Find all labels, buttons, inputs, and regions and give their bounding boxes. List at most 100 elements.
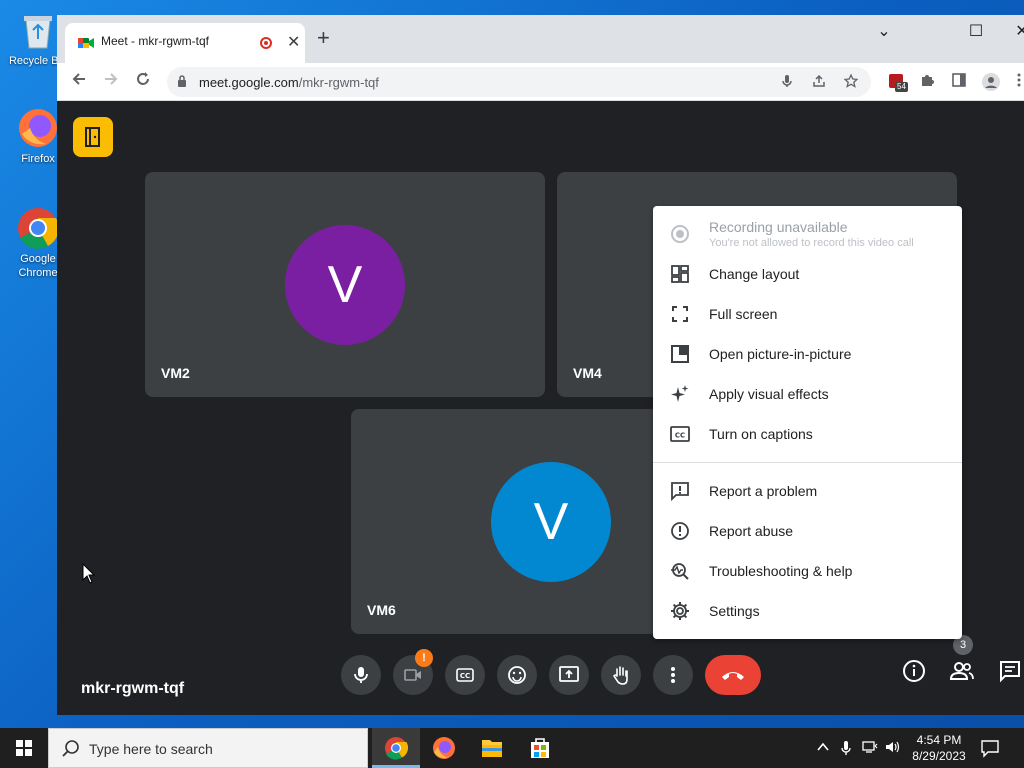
menu-item-settings[interactable]: Settings bbox=[653, 591, 962, 631]
pip-icon bbox=[671, 345, 689, 363]
svg-text:CC: CC bbox=[675, 432, 685, 440]
participant-name: VM6 bbox=[367, 602, 396, 618]
menu-item-change-layout[interactable]: Change layout bbox=[653, 254, 962, 294]
firefox-icon bbox=[433, 737, 455, 759]
avatar: V bbox=[285, 225, 405, 345]
notification-icon[interactable] bbox=[980, 738, 1000, 758]
firefox-icon bbox=[16, 106, 60, 150]
close-window-button[interactable]: ✕ bbox=[1007, 21, 1024, 41]
menu-divider bbox=[653, 462, 962, 463]
kebab-menu-icon[interactable] bbox=[1009, 72, 1024, 92]
fullscreen-icon bbox=[672, 306, 688, 322]
menu-item-label: Settings bbox=[709, 603, 760, 619]
forward-button[interactable] bbox=[99, 70, 123, 94]
menu-item-label: Report a problem bbox=[709, 483, 818, 499]
info-icon bbox=[903, 660, 925, 682]
participant-tile[interactable]: V VM2 bbox=[145, 172, 545, 397]
avatar: V bbox=[491, 462, 611, 582]
menu-item-visual-effects[interactable]: Apply visual effects bbox=[653, 374, 962, 414]
present-icon bbox=[559, 666, 579, 682]
tab-strip: Meet - mkr-rgwm-tqf ✕ + ⌄ ☐ ✕ bbox=[57, 15, 1024, 63]
tray-volume-icon[interactable] bbox=[885, 740, 901, 756]
people-button[interactable]: 3 bbox=[947, 635, 977, 689]
taskbar-clock[interactable]: 4:54 PM 8/29/2023 bbox=[905, 732, 973, 764]
microphone-button[interactable] bbox=[341, 655, 381, 695]
reactions-button[interactable] bbox=[497, 655, 537, 695]
meeting-code: mkr-rgwm-tqf bbox=[81, 680, 185, 697]
menu-item-label: Turn on captions bbox=[709, 426, 813, 442]
taskbar-chrome[interactable] bbox=[372, 728, 420, 768]
meeting-info-button[interactable] bbox=[899, 659, 929, 689]
tab-search-button[interactable]: ⌄ bbox=[869, 21, 899, 41]
chrome-icon bbox=[385, 737, 409, 760]
menu-item-troubleshooting[interactable]: Troubleshooting & help bbox=[653, 551, 962, 591]
participant-name: VM4 bbox=[573, 365, 602, 381]
menu-item-report-abuse[interactable]: Report abuse bbox=[653, 511, 962, 551]
taskbar-firefox[interactable] bbox=[420, 728, 468, 768]
tab-close-button[interactable]: ✕ bbox=[287, 32, 300, 52]
menu-item-label: Recording unavailable bbox=[709, 219, 848, 235]
url-text: meet.google.com/mkr-rgwm-tqf bbox=[199, 75, 379, 90]
microphone-icon[interactable] bbox=[779, 74, 795, 90]
side-panel-icon[interactable] bbox=[949, 72, 969, 92]
taskbar-search-box[interactable]: Type here to search bbox=[48, 728, 368, 768]
clock-time: 4:54 PM bbox=[916, 733, 962, 747]
hang-up-icon bbox=[722, 672, 744, 680]
search-icon bbox=[62, 740, 79, 757]
recording-indicator-icon bbox=[260, 37, 272, 49]
back-button[interactable] bbox=[67, 70, 91, 94]
reload-button[interactable] bbox=[131, 70, 155, 94]
tray-overflow-chevron-icon[interactable] bbox=[815, 740, 831, 756]
svg-text:CC: CC bbox=[460, 672, 470, 680]
menu-item-label: Open picture-in-picture bbox=[709, 346, 852, 362]
taskbar-file-explorer[interactable] bbox=[468, 728, 516, 768]
tray-microphone-icon[interactable] bbox=[838, 740, 854, 756]
sparkle-icon bbox=[671, 385, 689, 402]
address-bar[interactable]: meet.google.com/mkr-rgwm-tqf bbox=[167, 67, 871, 97]
share-icon[interactable] bbox=[811, 74, 827, 90]
taskbar: Type here to search 4:54 PM 8/29/2023 bbox=[0, 728, 1024, 768]
raise-hand-button[interactable] bbox=[601, 655, 641, 695]
more-options-button[interactable] bbox=[653, 655, 693, 695]
menu-item-report-problem[interactable]: Report a problem bbox=[653, 471, 962, 511]
arrow-left-icon bbox=[72, 73, 85, 85]
troubleshoot-icon bbox=[671, 563, 689, 580]
participant-name: VM2 bbox=[161, 365, 190, 381]
chrome-window: Meet - mkr-rgwm-tqf ✕ + ⌄ ☐ ✕ meet.googl… bbox=[57, 15, 1024, 715]
door-icon bbox=[85, 127, 100, 147]
meet-favicon-icon bbox=[77, 34, 95, 52]
clock-date: 8/29/2023 bbox=[912, 749, 966, 763]
maximize-button[interactable]: ☐ bbox=[961, 21, 991, 41]
more-options-menu: Recording unavailable You're not allowed… bbox=[653, 206, 962, 639]
emoji-icon bbox=[508, 666, 526, 684]
present-screen-button[interactable] bbox=[549, 655, 589, 695]
mouse-cursor-icon bbox=[82, 563, 96, 584]
puzzle-icon[interactable] bbox=[917, 72, 937, 92]
folder-icon bbox=[482, 740, 502, 757]
menu-item-captions[interactable]: CC Turn on captions bbox=[653, 414, 962, 454]
feedback-icon bbox=[671, 482, 689, 501]
star-icon[interactable] bbox=[843, 73, 859, 90]
menu-item-full-screen[interactable]: Full screen bbox=[653, 294, 962, 334]
kebab-menu-icon bbox=[671, 667, 675, 683]
microphone-icon bbox=[354, 667, 368, 683]
menu-item-picture-in-picture[interactable]: Open picture-in-picture bbox=[653, 334, 962, 374]
camera-off-icon bbox=[404, 669, 421, 681]
tab-meet[interactable]: Meet - mkr-rgwm-tqf ✕ bbox=[65, 23, 305, 63]
camera-button[interactable]: ! bbox=[393, 649, 433, 695]
taskbar-store[interactable] bbox=[516, 728, 564, 768]
tray-network-icon[interactable] bbox=[862, 740, 878, 756]
tab-title: Meet - mkr-rgwm-tqf bbox=[101, 34, 209, 48]
profile-avatar-icon[interactable] bbox=[981, 72, 1001, 92]
layout-icon bbox=[671, 265, 689, 283]
extension-badge-icon[interactable]: 54 bbox=[887, 72, 908, 92]
captions-button[interactable]: CC bbox=[445, 655, 485, 695]
end-call-button[interactable] bbox=[705, 655, 761, 695]
meet-stage: V VM2 V VM4 V VM6 mkr-rgwm-tqf ! CC bbox=[57, 101, 1024, 715]
new-tab-button[interactable]: + bbox=[317, 27, 330, 49]
menu-item-sublabel: You're not allowed to record this video … bbox=[709, 237, 914, 249]
start-button[interactable] bbox=[0, 728, 48, 768]
chat-button[interactable] bbox=[995, 659, 1024, 689]
chat-icon bbox=[1000, 661, 1020, 683]
breakout-room-button[interactable] bbox=[73, 117, 113, 157]
